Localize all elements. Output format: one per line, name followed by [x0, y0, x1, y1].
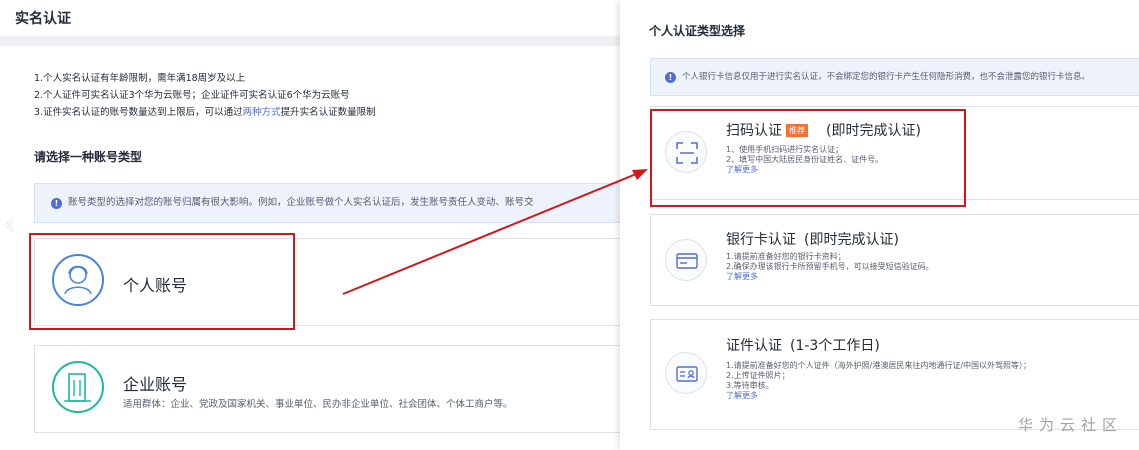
annotation-arrow: [342, 169, 648, 295]
watermark: 华为云社区: [1018, 416, 1124, 434]
